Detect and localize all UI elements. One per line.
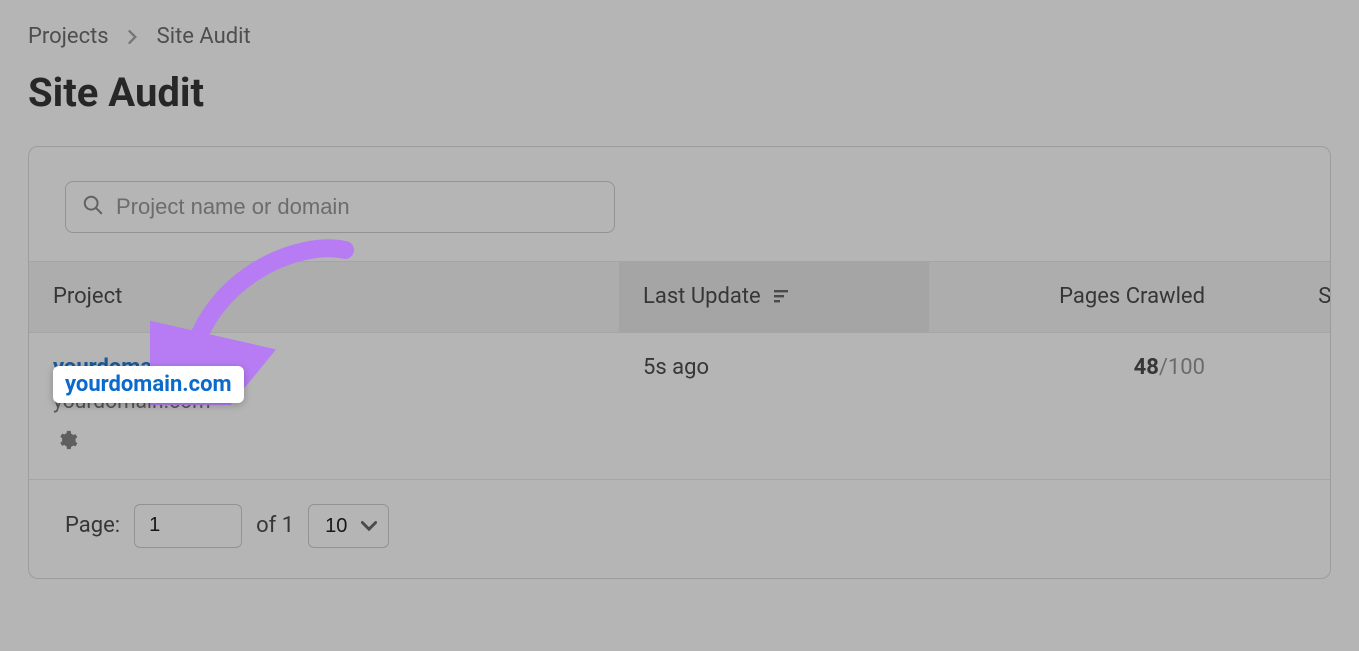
- breadcrumb-projects[interactable]: Projects: [28, 24, 109, 49]
- table-row: yourdomain.com yourdomain.com 5s ago 48/…: [29, 332, 1330, 479]
- col-project[interactable]: Project: [29, 262, 619, 333]
- search-area: [29, 147, 1330, 261]
- projects-card: Project Last Update Pages Crawled Site H…: [28, 146, 1331, 579]
- cell-pages-crawled: 48/100: [929, 332, 1229, 479]
- page-number-input[interactable]: [134, 504, 242, 548]
- search-input[interactable]: [116, 194, 598, 220]
- col-last-update-label: Last Update: [643, 284, 761, 309]
- pagination: Page: of 1 10: [29, 480, 1330, 578]
- per-page-select[interactable]: 10: [308, 504, 389, 548]
- per-page-wrap: 10: [308, 504, 389, 548]
- breadcrumb-current: Site Audit: [157, 24, 251, 49]
- search-icon: [82, 194, 104, 220]
- table-header-row: Project Last Update Pages Crawled Site H…: [29, 262, 1330, 333]
- search-box[interactable]: [65, 181, 615, 233]
- chevron-right-icon: [127, 25, 139, 49]
- pagination-label: Page:: [65, 513, 120, 538]
- gear-icon[interactable]: [53, 426, 81, 454]
- pagination-of: of 1: [256, 513, 294, 538]
- cell-project: yourdomain.com yourdomain.com: [29, 332, 619, 479]
- cell-last-update: 5s ago: [619, 332, 929, 479]
- page-title: Site Audit: [28, 69, 1331, 116]
- sort-desc-icon: [774, 285, 792, 310]
- col-pages-crawled[interactable]: Pages Crawled: [929, 262, 1229, 333]
- col-last-update[interactable]: Last Update: [619, 262, 929, 333]
- col-site-health[interactable]: Site Health: [1229, 262, 1330, 333]
- annotation-highlight: yourdomain.com: [53, 366, 244, 403]
- pages-crawled-total: /100: [1159, 355, 1205, 380]
- cell-site-health: 93% 0%: [1229, 332, 1330, 479]
- pages-crawled-done: 48: [1134, 355, 1159, 380]
- breadcrumb: Projects Site Audit: [28, 24, 1331, 49]
- site-health-sub: 0%: [1253, 380, 1330, 405]
